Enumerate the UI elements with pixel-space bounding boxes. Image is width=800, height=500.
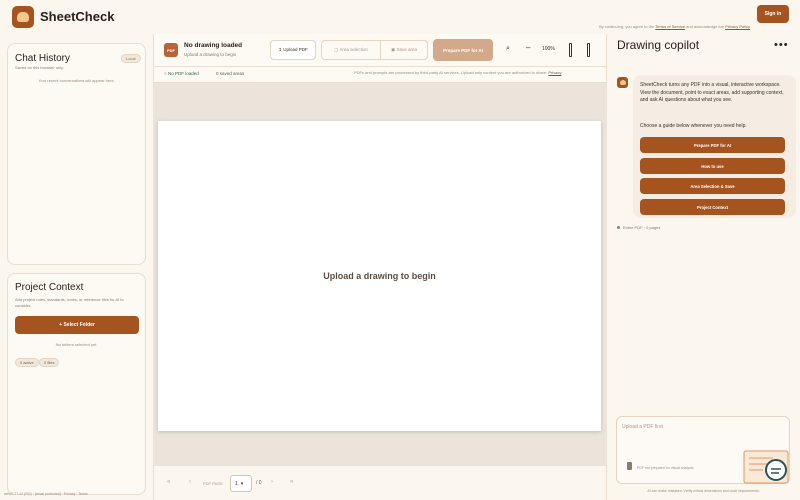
guide-project-context-button[interactable]: Project Context [640, 199, 785, 215]
pdf-viewer[interactable]: Upload a drawing to begin [153, 83, 607, 466]
next-page-icon[interactable]: › [271, 479, 273, 485]
pdf-file-icon: PDF [164, 43, 178, 57]
viewer-placeholder: Upload a drawing to begin [323, 271, 436, 281]
project-context-description: Add project rules, standards, notes, or … [15, 297, 124, 308]
page-navigator: « ‹ PDF PAGE 1 ▾ / 0 › » [153, 466, 607, 500]
more-options-icon[interactable]: ••• [774, 39, 789, 51]
files-count-chip: 0 files [39, 358, 60, 367]
sign-in-button[interactable]: Sign in [757, 5, 789, 23]
message-input[interactable] [622, 424, 742, 430]
chat-history-empty: Your recent conversations will appear he… [38, 78, 115, 83]
consent-text: By continuing, you agree to the Terms of… [599, 24, 750, 29]
select-folder-button[interactable]: + Select Folder [15, 316, 139, 334]
chevron-down-icon: ▾ [240, 480, 244, 487]
prepare-pdf-button[interactable]: Prepare PDF for AI [433, 39, 493, 61]
copilot-panel: Drawing copilot ••• SheetCheck turns any… [607, 34, 800, 500]
area-tools-group: ▢ Area selection ▣ Save area [321, 40, 428, 60]
active-count-chip: 0 active [15, 358, 39, 367]
project-context-panel: Project Context Add project rules, stand… [7, 273, 146, 495]
chat-history-title: Chat History [15, 53, 71, 64]
message-composer: PDF not prepared for visual analysis [616, 416, 790, 484]
guide-how-to-use-button[interactable]: How to use [640, 158, 785, 174]
no-folders-text: No folders selected yet. [55, 342, 98, 347]
project-context-title: Project Context [15, 282, 84, 293]
prev-page-icon[interactable]: ‹ [189, 479, 191, 485]
terms-link[interactable]: Terms of Service [655, 24, 685, 29]
ai-accuracy-note: AI can make mistakes. Verify critical di… [647, 489, 760, 493]
area-selection-button[interactable]: ▢ Area selection [322, 41, 381, 59]
guide-prepare-pdf-button[interactable]: Prepare PDF for AI [640, 137, 785, 153]
brand-name: SheetCheck [40, 9, 115, 24]
zoom-level: 100% [542, 46, 555, 52]
pdf-page[interactable]: Upload a drawing to begin [158, 121, 601, 431]
document-toolbar: PDF No drawing loaded Upload a drawing t… [153, 34, 607, 67]
page-select[interactable]: 1 ▾ [230, 475, 252, 492]
ai-disclaimer: PDFs and prompts are processed by third-… [354, 70, 562, 75]
attachment-note: PDF not prepared for visual analysis [637, 466, 694, 470]
help-search-icon[interactable] [743, 449, 791, 485]
save-area-button[interactable]: ▣ Save area [381, 41, 427, 59]
upload-pdf-button[interactable]: ↥ Upload PDF [270, 40, 316, 60]
assistant-message: SheetCheck turns any PDF into a visual, … [633, 75, 796, 218]
saved-areas-count: 0 saved areas [216, 71, 245, 76]
fit-width-icon[interactable] [569, 43, 572, 57]
footer-links[interactable]: web/0.77.12 (RO) · [email protected] · P… [4, 492, 88, 496]
chat-history-subtitle: Saved on this browser only. [15, 65, 64, 70]
disclaimer-privacy-link[interactable]: Privacy [548, 70, 561, 75]
top-bar: SheetCheck By continuing, you agree to t… [0, 0, 800, 34]
logo-icon [12, 6, 34, 28]
intro-text: SheetCheck turns any PDF into a visual, … [640, 82, 784, 103]
scope-indicator: Entire PDF · 0 pages [617, 225, 660, 230]
last-page-icon[interactable]: » [290, 479, 293, 485]
choose-guide-text: Choose a guide below whenever you need h… [640, 123, 747, 129]
local-badge: Local [121, 54, 141, 63]
copilot-title: Drawing copilot [617, 38, 700, 52]
status-strip: ○ No PDF loaded 0 saved areas PDFs and p… [153, 67, 607, 83]
guide-area-selection-button[interactable]: Area Selection & Save [640, 178, 785, 194]
zoom-in-icon[interactable]: ⌕ [506, 45, 510, 53]
document-title: No drawing loaded [184, 42, 243, 49]
page-label: PDF PAGE [203, 481, 223, 486]
first-page-icon[interactable]: « [167, 479, 170, 485]
document-subtitle: Upload a drawing to begin [184, 52, 237, 57]
page-total: / 0 [256, 480, 262, 486]
chat-history-panel: Chat History Saved on this browser only.… [7, 43, 146, 265]
document-icon [627, 462, 632, 470]
assistant-avatar [617, 77, 628, 88]
status-dot-icon [617, 226, 620, 230]
fit-page-icon[interactable] [587, 43, 590, 57]
zoom-out-icon[interactable]: – [526, 43, 530, 52]
privacy-link[interactable]: Privacy Policy [725, 24, 750, 29]
pdf-status: ○ No PDF loaded [164, 71, 199, 76]
